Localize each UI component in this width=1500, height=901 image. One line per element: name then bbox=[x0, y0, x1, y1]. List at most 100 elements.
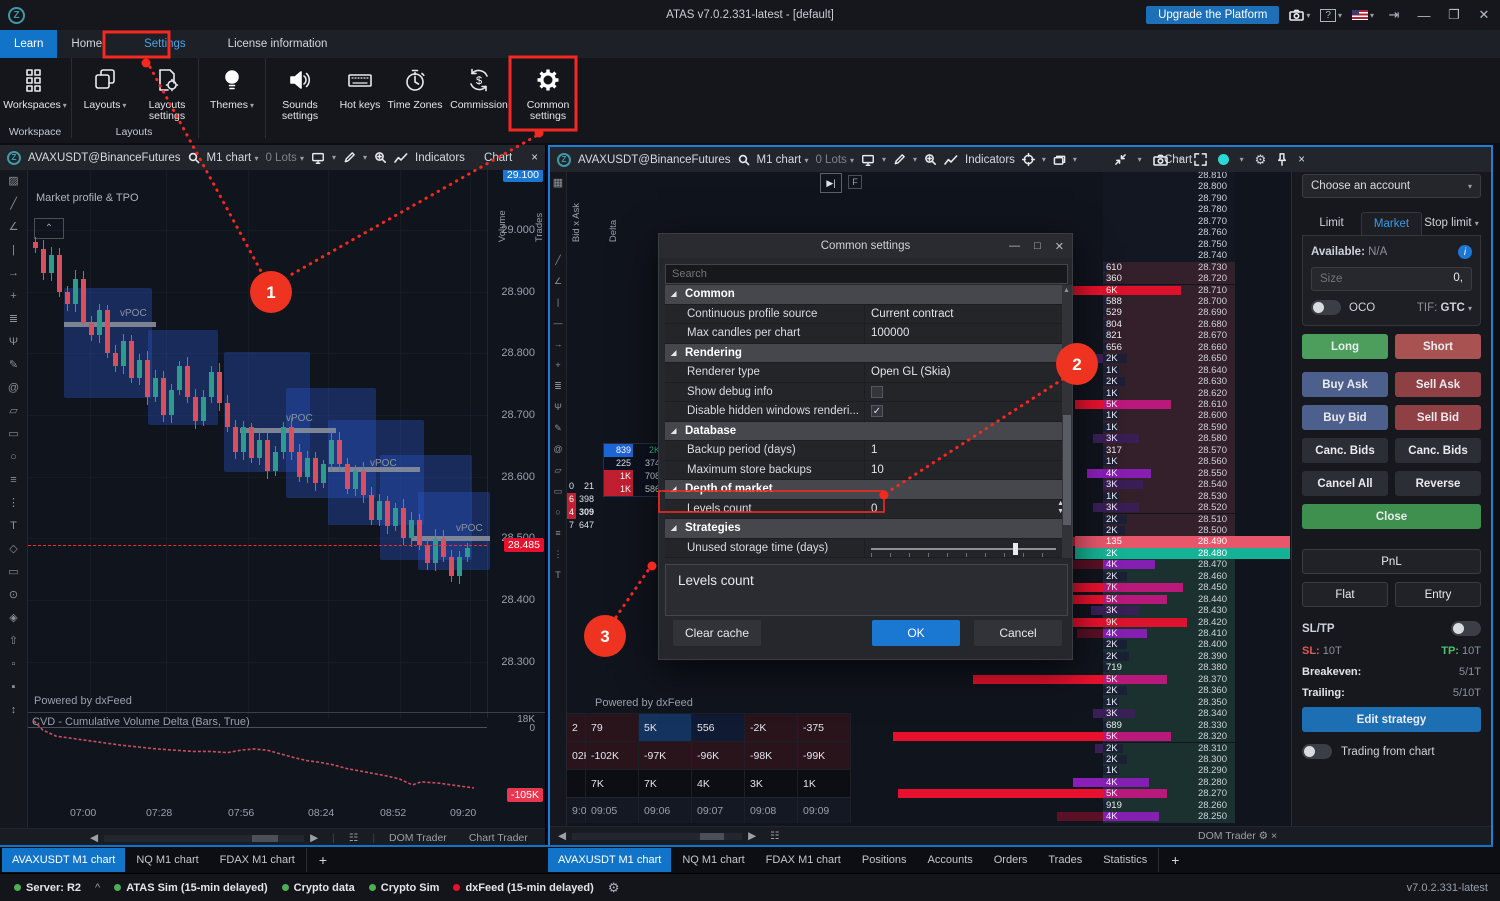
cancel-button[interactable]: Cancel bbox=[974, 620, 1062, 646]
screenshot-button[interactable]: ▾ bbox=[1289, 9, 1310, 21]
dom-row[interactable]: 28.800 bbox=[860, 181, 1290, 192]
settings-row[interactable]: Continuous profile sourceCurrent contrac… bbox=[665, 305, 1068, 325]
workspaces-button[interactable]: Workspaces▾ bbox=[0, 58, 70, 126]
close-panel-icon[interactable]: × bbox=[1298, 154, 1305, 166]
dom-row[interactable]: 28.770 bbox=[860, 216, 1290, 227]
footer-cell[interactable]: 5K bbox=[639, 713, 692, 741]
tool-icon[interactable]: + bbox=[10, 285, 16, 308]
crosshair-icon[interactable] bbox=[1022, 153, 1035, 166]
scroll-right-icon[interactable]: ▶ bbox=[310, 832, 318, 844]
monitor-icon[interactable] bbox=[861, 153, 875, 167]
footer-cell[interactable]: 7K bbox=[586, 769, 639, 797]
tab-market[interactable]: Market bbox=[1361, 212, 1422, 235]
sell-bid-button[interactable]: Sell Bid bbox=[1395, 405, 1481, 430]
settings-row[interactable]: Disable hidden windows renderi...✓ bbox=[665, 402, 1068, 422]
tool-icon[interactable]: ✎ bbox=[9, 354, 18, 377]
scroll-right-icon[interactable]: ▶ bbox=[748, 830, 756, 842]
f-button[interactable]: F bbox=[848, 175, 862, 189]
right-tab[interactable]: Trades bbox=[1038, 848, 1092, 872]
tool-icon[interactable]: ▱ bbox=[9, 400, 17, 423]
tool-icon[interactable]: ▫ bbox=[12, 653, 16, 676]
tool-icon[interactable]: + bbox=[555, 355, 560, 376]
tool-icon[interactable]: ╱ bbox=[555, 250, 560, 271]
dialog-title-bar[interactable]: Common settings — □ ✕ bbox=[659, 234, 1072, 258]
commission-button[interactable]: $ Commission bbox=[443, 58, 515, 126]
drawing-tools-strip[interactable]: ▨╱∠|→+≣Ψ✎@▱▭○≡⋮T◇▭⊙◈⇧▫▪↕ bbox=[0, 170, 28, 828]
dialog-maximize-icon[interactable]: □ bbox=[1034, 240, 1041, 252]
collapse-icon[interactable] bbox=[1114, 153, 1127, 166]
tool-icon[interactable]: → bbox=[554, 334, 563, 355]
dom-row[interactable]: 3K28.340 bbox=[860, 708, 1290, 719]
pin-icon[interactable] bbox=[1277, 153, 1287, 166]
right-tab[interactable]: NQ M1 chart bbox=[672, 848, 754, 872]
layers-icon[interactable] bbox=[1053, 154, 1066, 166]
dom-row[interactable]: 28.780 bbox=[860, 204, 1290, 215]
search-icon[interactable] bbox=[188, 152, 200, 164]
settings-row[interactable]: Maximum store backups10 bbox=[665, 461, 1068, 481]
pane-label[interactable]: Bid x Ask bbox=[571, 203, 582, 242]
tif-value[interactable]: GTC bbox=[1441, 302, 1465, 314]
flat-button[interactable]: Flat bbox=[1302, 582, 1388, 607]
fullscreen-icon[interactable] bbox=[1194, 153, 1207, 166]
skip-to-latest-button[interactable]: ▶| bbox=[820, 173, 842, 193]
pencil-icon[interactable] bbox=[893, 153, 906, 166]
account-select[interactable]: Choose an account▾ bbox=[1302, 174, 1481, 198]
dom-row[interactable]: 2K28.300 bbox=[860, 754, 1290, 765]
buy-ask-button[interactable]: Buy Ask bbox=[1302, 372, 1388, 397]
dom-row[interactable]: 5K28.370 bbox=[860, 674, 1290, 685]
tool-icon[interactable]: ◈ bbox=[9, 607, 17, 630]
dialog-search-input[interactable] bbox=[665, 264, 1068, 284]
right-tab[interactable]: FDAX M1 chart bbox=[756, 848, 851, 872]
right-tab[interactable]: Positions bbox=[852, 848, 917, 872]
tab-stop-limit[interactable]: Stop limit ▾ bbox=[1422, 212, 1481, 235]
footer-cell[interactable] bbox=[567, 769, 586, 797]
tool-icon[interactable]: ○ bbox=[555, 502, 560, 523]
left-add-tab[interactable]: + bbox=[306, 848, 339, 872]
cancel-bids-left-button[interactable]: Canc. Bids bbox=[1302, 438, 1388, 463]
footer-cell[interactable]: 556 bbox=[692, 713, 745, 741]
scroll-left-icon[interactable]: ◀ bbox=[90, 832, 98, 844]
buy-bid-button[interactable]: Buy Bid bbox=[1302, 405, 1388, 430]
tool-icon[interactable]: Ψ bbox=[9, 331, 18, 354]
tool-icon[interactable]: ▭ bbox=[554, 481, 563, 502]
timeframe-select[interactable]: M1 chart ▾ bbox=[757, 154, 809, 166]
clear-cache-button[interactable]: Clear cache bbox=[673, 620, 761, 646]
tool-icon[interactable]: T bbox=[555, 565, 561, 586]
pane-label[interactable]: Delta bbox=[608, 203, 619, 242]
pnl-button[interactable]: PnL bbox=[1302, 549, 1481, 574]
language-flag-button[interactable]: ▾ bbox=[1352, 10, 1374, 20]
themes-button[interactable]: Themes▾ bbox=[200, 58, 264, 126]
indicators-button[interactable]: Indicators bbox=[965, 154, 1015, 166]
gear-icon[interactable]: ⚙ bbox=[608, 880, 620, 896]
tool-icon[interactable]: ⊙ bbox=[9, 584, 18, 607]
footer-cell[interactable]: 7K bbox=[639, 769, 692, 797]
cancel-all-button[interactable]: Cancel All bbox=[1302, 471, 1388, 496]
size-input[interactable] bbox=[1312, 268, 1471, 290]
size-field[interactable]: 0, bbox=[1311, 267, 1472, 291]
right-tab[interactable]: Orders bbox=[984, 848, 1038, 872]
search-icon[interactable] bbox=[738, 154, 750, 166]
close-position-button[interactable]: Close bbox=[1302, 504, 1481, 529]
tool-icon[interactable]: | bbox=[12, 239, 15, 262]
tool-icon[interactable]: → bbox=[8, 262, 19, 285]
slider-track[interactable] bbox=[871, 548, 1056, 550]
footer-cell[interactable]: 2 bbox=[567, 713, 586, 741]
sounds-settings-button[interactable]: Sounds settings bbox=[267, 58, 333, 126]
menu-tab-home[interactable]: Home bbox=[57, 30, 116, 58]
left-tab[interactable]: FDAX M1 chart bbox=[210, 848, 305, 872]
tool-icon[interactable]: ◇ bbox=[9, 538, 17, 561]
collapse-box[interactable]: ⌃ bbox=[34, 218, 64, 239]
tool-icon[interactable]: ○ bbox=[10, 446, 17, 469]
tool-icon[interactable]: ≣ bbox=[9, 308, 18, 331]
lots-select[interactable]: 0 Lots ▾ bbox=[265, 152, 304, 164]
footer-cell[interactable]: 1K bbox=[798, 769, 851, 797]
pane-label[interactable]: Volume bbox=[497, 203, 508, 242]
settings-row[interactable]: Show debug info bbox=[665, 383, 1068, 403]
tool-icon[interactable]: ↕ bbox=[11, 699, 17, 722]
tool-icon[interactable]: ∠ bbox=[554, 271, 562, 292]
upgrade-platform-button[interactable]: Upgrade the Platform bbox=[1146, 6, 1279, 24]
sell-ask-button[interactable]: Sell Ask bbox=[1395, 372, 1481, 397]
camera-icon[interactable] bbox=[1153, 154, 1168, 166]
layouts-button[interactable]: Layouts▾ bbox=[73, 58, 137, 126]
monitor-icon[interactable] bbox=[311, 151, 325, 165]
